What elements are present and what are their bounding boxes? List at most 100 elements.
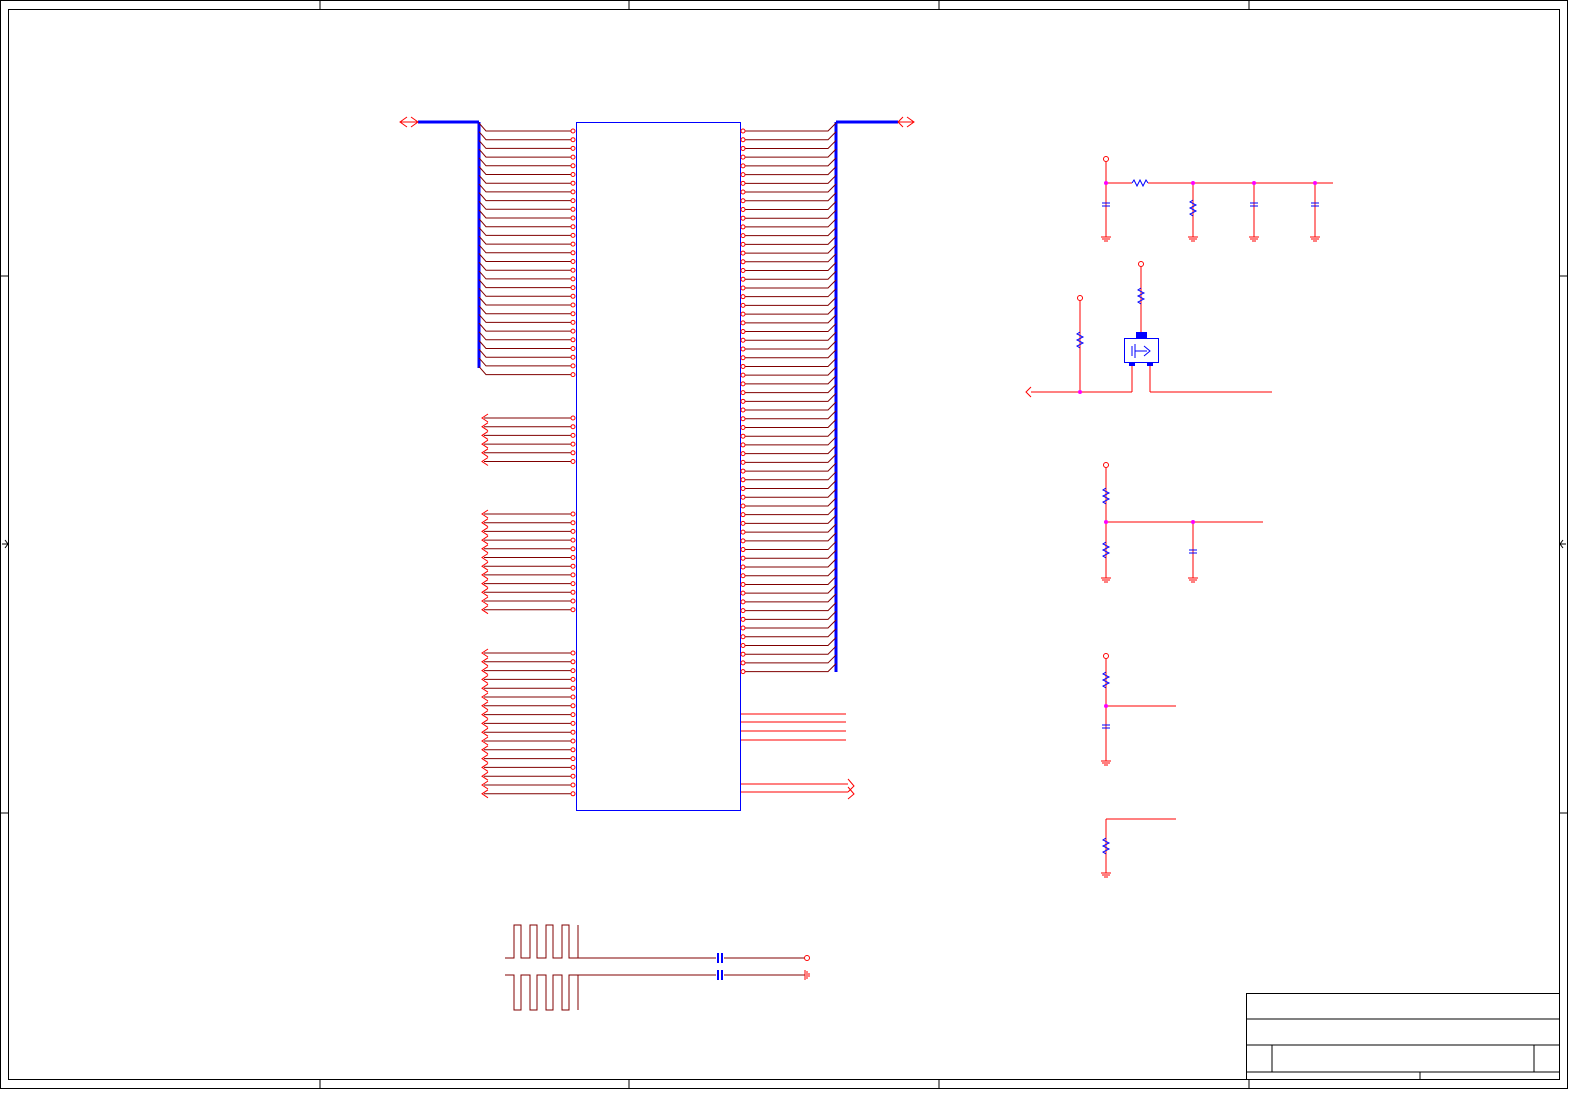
pin-icon — [570, 180, 576, 186]
bus-entry-wire — [744, 576, 837, 585]
left-signal-group-2 — [481, 509, 576, 615]
pin-icon — [740, 529, 746, 535]
pin-icon — [740, 451, 746, 457]
pin-icon — [570, 791, 576, 797]
bus-entry-wire — [744, 523, 837, 533]
bus-entry-wire — [478, 122, 571, 132]
bus-entry-wire — [744, 279, 837, 289]
bus-entry-wire — [744, 305, 837, 315]
pin-icon — [570, 563, 576, 569]
pin-icon — [740, 302, 746, 308]
pin-icon — [570, 694, 576, 700]
pin-icon — [570, 145, 576, 151]
pin-icon — [570, 432, 576, 438]
pin-icon — [570, 302, 576, 308]
pin-icon — [740, 390, 746, 396]
pin-icon — [570, 668, 576, 674]
bus-entry-wire — [744, 619, 837, 629]
bus-entry-wire — [744, 602, 837, 612]
pin-icon — [740, 416, 746, 422]
pin-icon — [740, 363, 746, 369]
bus-entry-wire — [744, 497, 837, 507]
resistor-icon — [1131, 178, 1149, 188]
pin-icon — [570, 293, 576, 299]
pin-icon — [740, 198, 746, 204]
data-bus-right[interactable] — [834, 116, 915, 672]
pin-icon — [570, 363, 576, 369]
pin-icon — [740, 442, 746, 448]
pin-icon — [570, 415, 576, 421]
bus-entry-wire — [744, 148, 837, 158]
bus-entry-wire — [744, 209, 837, 219]
pin-icon — [570, 372, 576, 378]
pin-icon — [570, 650, 576, 656]
bus-entry-wire — [744, 515, 837, 524]
pin-icon — [740, 573, 746, 579]
pin-icon — [570, 729, 576, 735]
pin-icon — [570, 598, 576, 604]
pin-icon — [570, 459, 576, 464]
pin-icon — [740, 616, 746, 622]
bus-entry-wire — [478, 366, 571, 376]
ground-icon — [1101, 236, 1111, 242]
bus-entry-wire — [478, 287, 571, 297]
pin-icon — [570, 172, 576, 177]
bus-entry-wire — [744, 654, 837, 664]
left-signal-group-3 — [481, 648, 576, 799]
pin-icon — [570, 189, 576, 195]
bus-entry-wire — [744, 462, 837, 472]
pin-icon — [570, 528, 576, 534]
pin-icon — [740, 285, 746, 291]
bus-entry-wire — [744, 174, 837, 184]
pin-icon — [740, 276, 746, 282]
pin-icon — [740, 180, 746, 186]
off-page-connector-icon — [897, 116, 915, 128]
pin-icon — [740, 625, 746, 631]
pin-icon — [570, 319, 576, 325]
bus-entry-wire — [478, 209, 571, 219]
pin-icon — [570, 224, 576, 230]
pin-icon — [570, 676, 576, 682]
pin-icon — [740, 459, 746, 465]
pin-icon — [740, 224, 746, 230]
bus-entry-wire — [744, 593, 837, 603]
schematic-sheet — [0, 0, 1568, 1089]
pin-icon — [570, 267, 576, 273]
bus-entry-wire — [744, 480, 837, 490]
main-ic-body[interactable] — [576, 122, 741, 811]
pin-icon — [570, 555, 576, 560]
pin-icon — [570, 328, 576, 334]
pin-icon — [740, 337, 746, 343]
pin-icon — [740, 233, 746, 239]
pin-icon — [570, 738, 576, 744]
bus-entry-wire — [478, 357, 571, 367]
bus-entry-wire — [744, 610, 837, 620]
pin-icon — [740, 660, 746, 666]
pin-icon — [740, 608, 746, 614]
bus-entry-wire — [744, 436, 837, 446]
pin-icon — [740, 407, 746, 413]
pin-icon — [570, 581, 576, 587]
title-block — [1246, 993, 1560, 1080]
bus-entry-wire — [744, 410, 837, 420]
bus-entry-wire — [478, 235, 571, 245]
bus-entry-wire — [478, 340, 571, 349]
pin-icon — [740, 137, 746, 143]
pin-icon — [740, 503, 746, 509]
voltage-divider — [1101, 462, 1263, 583]
pin-icon — [570, 354, 576, 360]
pin-icon — [740, 206, 746, 212]
pin-icon — [570, 572, 576, 578]
bus-entry-wire — [478, 157, 571, 167]
bus-entry-wire — [744, 392, 837, 402]
bus-entry-wire — [744, 323, 837, 333]
bus-entry-wire — [744, 532, 837, 542]
bus-entry-wire — [744, 663, 837, 673]
pin-icon — [570, 712, 576, 718]
pin-icon — [570, 346, 576, 351]
bus-entry-wire — [744, 192, 837, 202]
pin-icon — [740, 172, 746, 178]
bus-entry-wire — [744, 349, 837, 359]
address-bus-left[interactable] — [399, 116, 481, 368]
bus-entry-wire — [744, 157, 837, 167]
